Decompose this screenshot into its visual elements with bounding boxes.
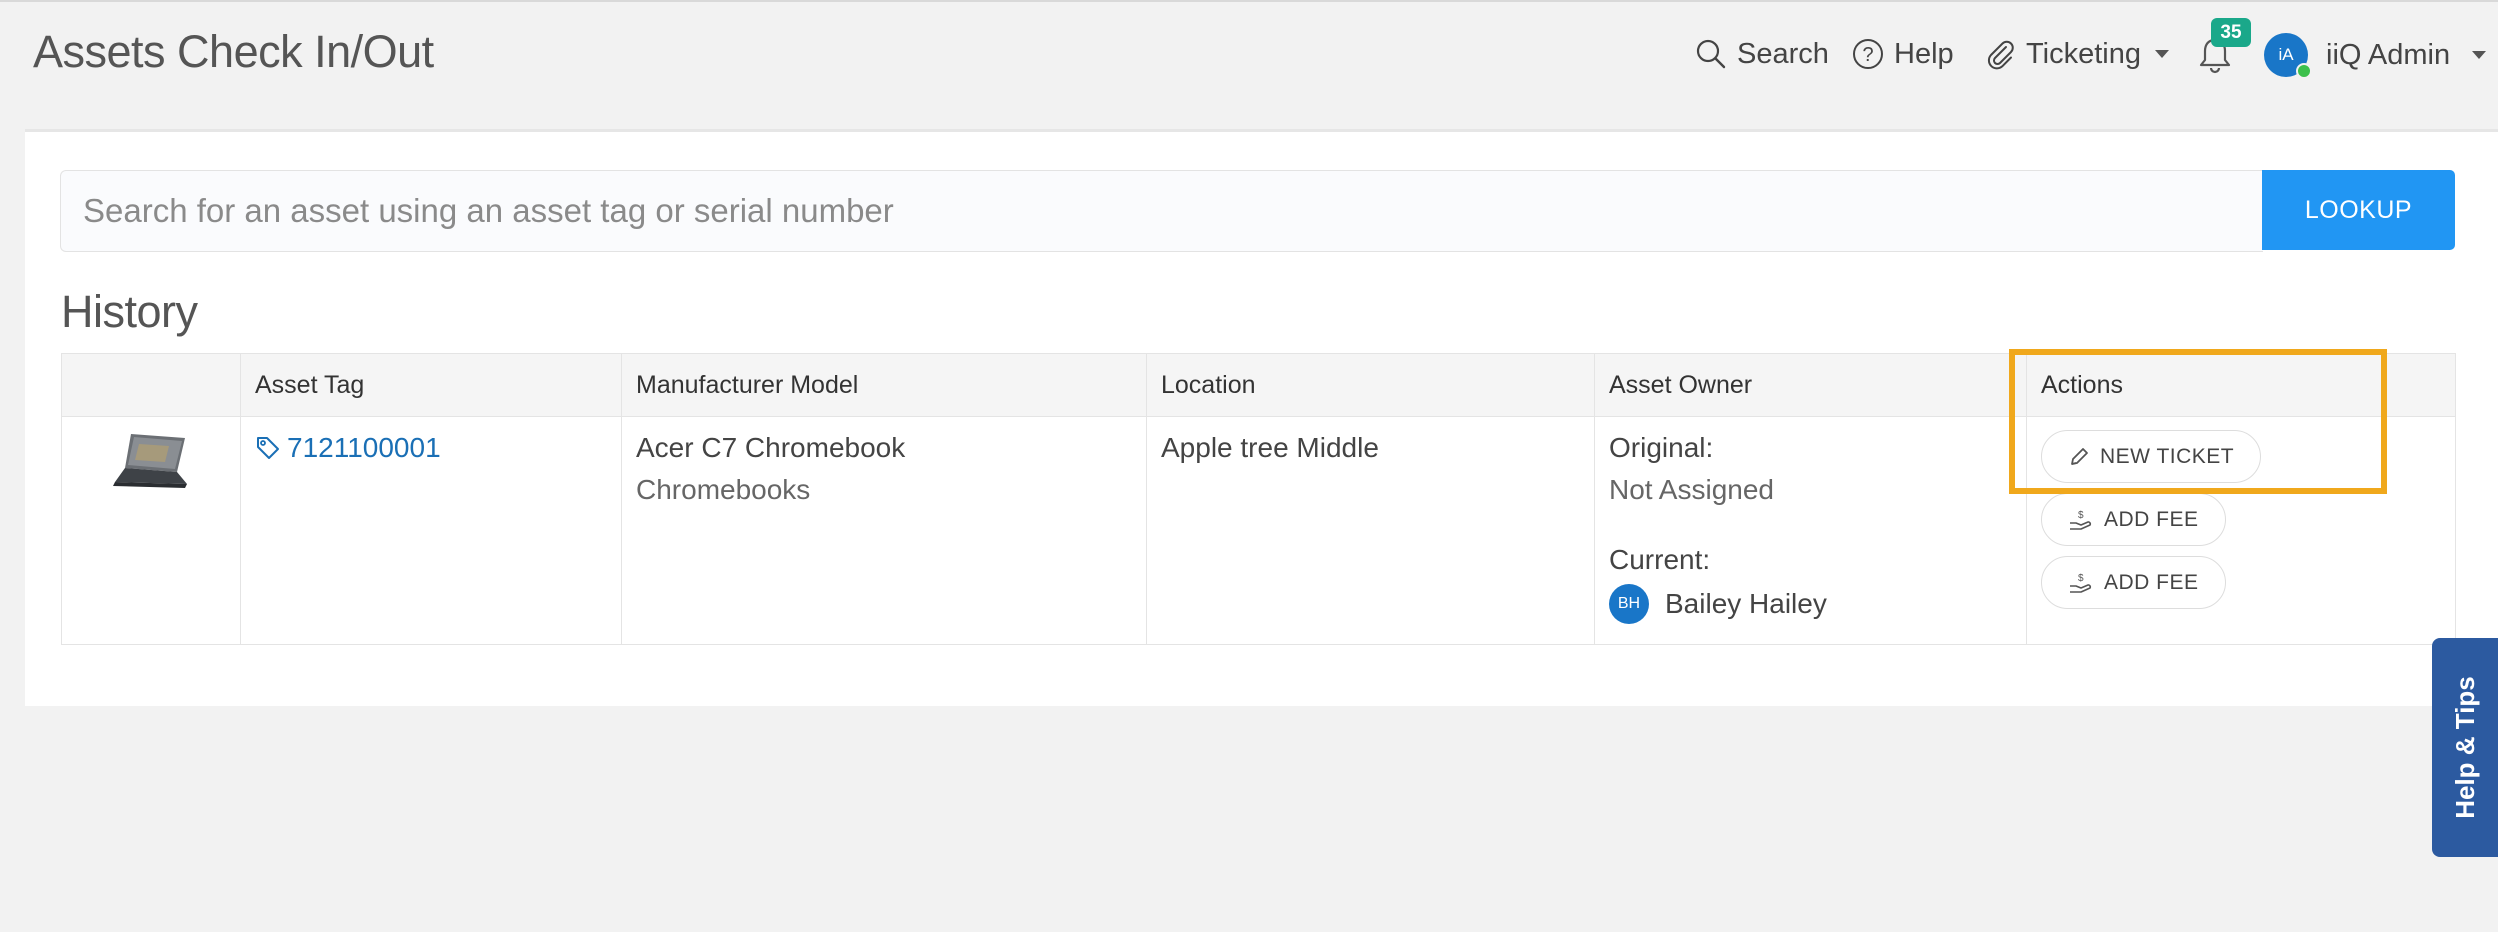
page-title: Assets Check In/Out <box>33 26 434 77</box>
column-header-asset-tag: Asset Tag <box>240 353 622 417</box>
history-title: History <box>61 286 198 337</box>
help-tips-tab[interactable]: Help & Tips <box>2432 638 2498 857</box>
current-owner-name: Bailey Hailey <box>1665 588 1827 619</box>
avatar-initials: iA <box>2278 45 2294 64</box>
current-owner-label: Current: <box>1609 544 1711 575</box>
header: Assets Check In/Out Search ? Help Ticket… <box>0 2 2498 102</box>
user-name: iiQ Admin <box>2326 38 2451 71</box>
nav-ticketing-dropdown[interactable]: Ticketing <box>1984 30 2169 78</box>
column-header-image <box>61 353 241 417</box>
add-fee-button[interactable]: $ ADD FEE <box>2041 493 2226 546</box>
table-header-row: Asset Tag Manufacturer Model Location As… <box>61 353 2456 417</box>
asset-tag-link[interactable]: 7121100001 <box>255 432 607 464</box>
column-header-location: Location <box>1146 353 1595 417</box>
column-header-model: Manufacturer Model <box>621 353 1147 417</box>
laptop-thumbnail <box>113 434 187 488</box>
avatar: BH <box>1609 584 1649 624</box>
chevron-down-icon <box>2154 50 2169 58</box>
tag-icon <box>257 437 279 459</box>
svg-text:$: $ <box>2078 510 2084 521</box>
add-fee-label: ADD FEE <box>2104 570 2199 594</box>
location-name: Apple tree Middle <box>1161 432 1379 463</box>
hand-money-icon: $ <box>2070 510 2092 530</box>
paperclip-icon <box>1987 40 2014 70</box>
actions-cell: NEW TICKET $ ADD FEE $ ADD FEE <box>2026 416 2456 645</box>
pencil-icon <box>2071 447 2088 465</box>
search-icon <box>1696 39 1726 69</box>
asset-search-input[interactable] <box>60 170 2263 252</box>
lookup-button[interactable]: LOOKUP <box>2262 170 2455 250</box>
svg-text:?: ? <box>1862 44 1873 66</box>
notification-badge: 35 <box>2211 18 2251 47</box>
owner-cell: Original: Not Assigned Current: BH Baile… <box>1594 416 2027 645</box>
original-owner-value: Not Assigned <box>1609 474 1774 505</box>
table-row: 7121100001 Acer C7 Chromebook Chromebook… <box>61 416 2456 645</box>
asset-tag-value: 7121100001 <box>287 432 441 463</box>
new-ticket-button[interactable]: NEW TICKET <box>2041 430 2262 483</box>
current-owner: BH Bailey Hailey <box>1609 584 2012 624</box>
chevron-down-icon <box>2472 51 2487 59</box>
original-owner-label: Original: <box>1609 432 1714 463</box>
column-header-actions: Actions <box>2026 353 2456 417</box>
nav-search[interactable]: Search <box>1695 30 1829 78</box>
add-fee-label: ADD FEE <box>2104 507 2199 531</box>
help-tips-label: Help & Tips <box>2449 676 2480 819</box>
asset-tag-cell: 7121100001 <box>240 416 622 645</box>
model-cell: Acer C7 Chromebook Chromebooks <box>621 416 1147 645</box>
nav-search-label: Search <box>1737 37 1829 70</box>
column-header-owner: Asset Owner <box>1594 353 2027 417</box>
model-category: Chromebooks <box>636 474 811 505</box>
add-fee-button[interactable]: $ ADD FEE <box>2041 556 2226 609</box>
nav-ticketing-label: Ticketing <box>2026 37 2141 70</box>
user-menu[interactable]: iA iiQ Admin <box>2264 30 2487 80</box>
nav-help-label: Help <box>1894 37 1954 70</box>
history-table: Asset Tag Manufacturer Model Location As… <box>61 353 2456 645</box>
nav-help[interactable]: ? Help <box>1852 30 1954 78</box>
avatar: iA <box>2264 33 2312 79</box>
main-panel: LOOKUP History Asset Tag Manufacturer Mo… <box>25 129 2498 706</box>
help-icon: ? <box>1853 39 1883 69</box>
location-cell: Apple tree Middle <box>1146 416 1595 645</box>
model-name: Acer C7 Chromebook <box>636 432 906 463</box>
online-status-icon <box>2296 63 2312 79</box>
new-ticket-label: NEW TICKET <box>2100 444 2235 468</box>
hand-money-icon: $ <box>2070 573 2092 593</box>
svg-text:$: $ <box>2078 573 2084 584</box>
asset-image-cell <box>61 416 241 645</box>
